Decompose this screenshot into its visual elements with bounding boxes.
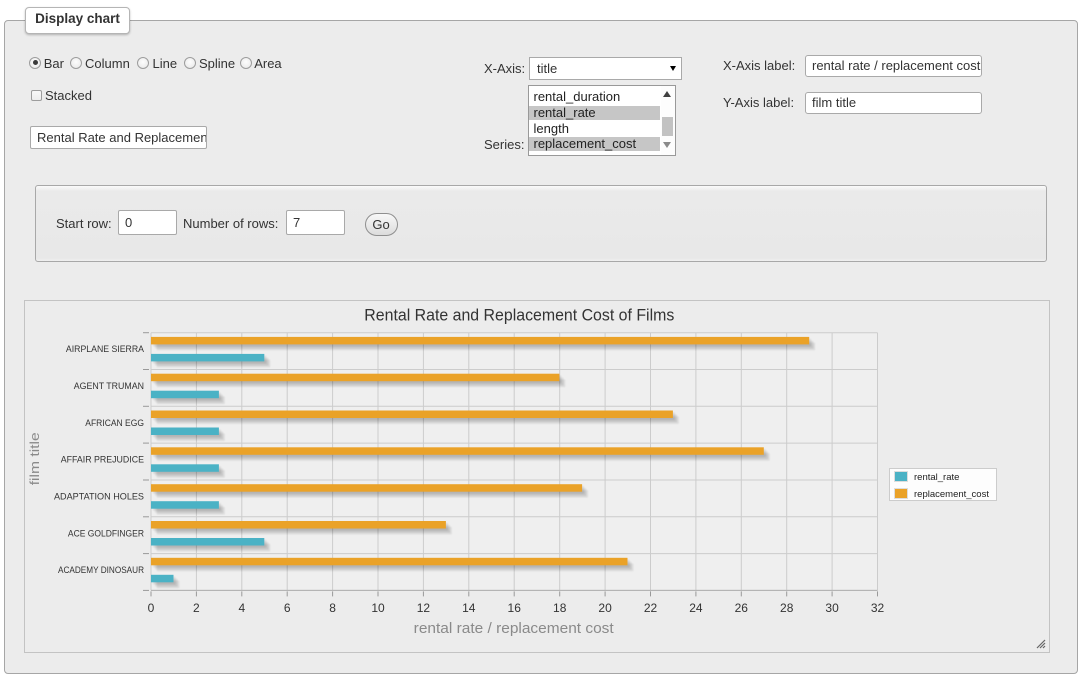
svg-text:18: 18: [553, 601, 567, 615]
svg-text:10: 10: [371, 601, 385, 615]
svg-text:Rental Rate and Replacement Co: Rental Rate and Replacement Cost of Film…: [364, 307, 674, 325]
svg-text:ACADEMY DINOSAUR: ACADEMY DINOSAUR: [58, 565, 144, 575]
svg-text:AFRICAN EGG: AFRICAN EGG: [85, 418, 144, 428]
svg-text:28: 28: [780, 601, 794, 615]
svg-text:AFFAIR PREJUDICE: AFFAIR PREJUDICE: [61, 455, 144, 465]
svg-text:4: 4: [238, 601, 245, 615]
svg-text:rental rate / replacement cost: rental rate / replacement cost: [414, 620, 615, 637]
svg-text:0: 0: [148, 601, 155, 615]
svg-text:26: 26: [735, 601, 749, 615]
svg-text:30: 30: [825, 601, 839, 615]
svg-text:rental_rate: rental_rate: [914, 472, 959, 483]
svg-text:ACE GOLDFINGER: ACE GOLDFINGER: [68, 528, 145, 538]
svg-text:replacement_cost: replacement_cost: [914, 489, 989, 500]
svg-text:2: 2: [193, 601, 200, 615]
svg-text:12: 12: [417, 601, 431, 615]
svg-text:32: 32: [871, 601, 885, 615]
svg-text:8: 8: [329, 601, 336, 615]
svg-text:14: 14: [462, 601, 476, 615]
svg-text:20: 20: [598, 601, 612, 615]
svg-text:ADAPTATION HOLES: ADAPTATION HOLES: [54, 492, 144, 502]
svg-text:AGENT TRUMAN: AGENT TRUMAN: [74, 381, 144, 391]
svg-text:24: 24: [689, 601, 703, 615]
svg-text:6: 6: [284, 601, 291, 615]
svg-text:AIRPLANE SIERRA: AIRPLANE SIERRA: [66, 344, 144, 354]
svg-text:16: 16: [508, 601, 522, 615]
svg-text:22: 22: [644, 601, 658, 615]
svg-text:film title: film title: [27, 432, 42, 485]
